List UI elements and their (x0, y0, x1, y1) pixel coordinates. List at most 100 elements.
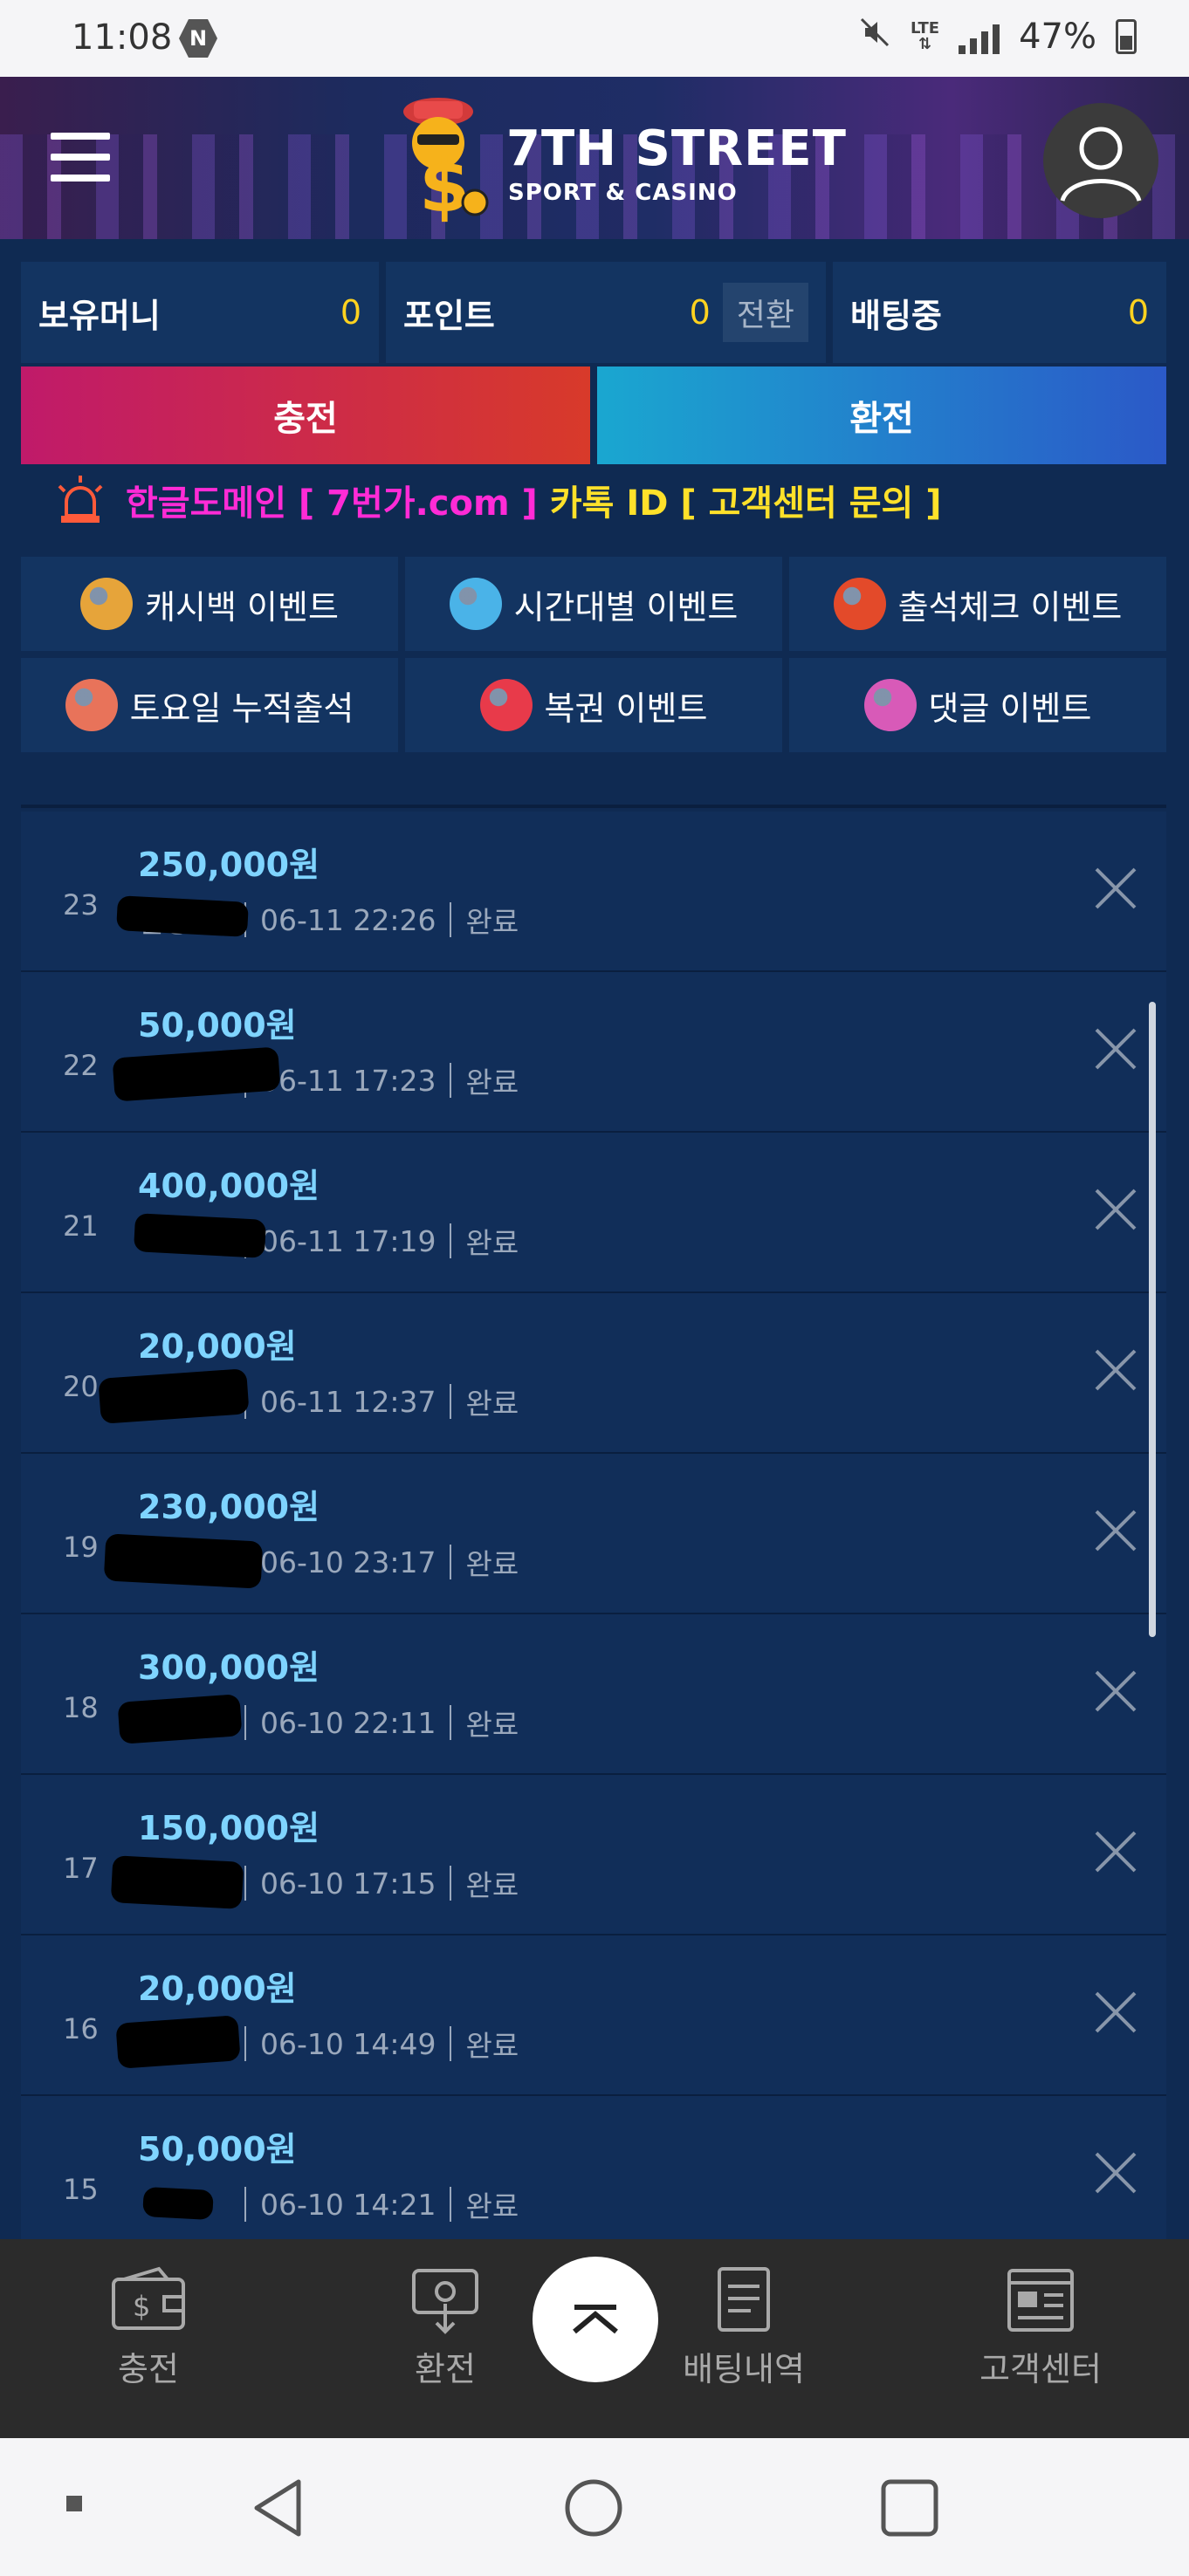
point-value: 0 (689, 293, 711, 332)
row-status: 완료 (465, 1226, 519, 1260)
event-button[interactable]: 시간대별 이벤트 (405, 557, 782, 651)
back-icon[interactable] (244, 2473, 314, 2543)
row-amount: 20,000원 (138, 1327, 297, 1366)
point-label: 포인트 (403, 296, 495, 335)
notice-banner: 한글도메인 [ 7번가.com ] 카톡 ID [ 고객센터 문의 ] (52, 469, 1144, 531)
event-grid: 캐시백 이벤트 시간대별 이벤트 출석체크 이벤트토요일 누적출석 복권 이벤트 댓글 … (21, 557, 1166, 752)
user-icon (1060, 127, 1142, 202)
close-icon[interactable] (1088, 1663, 1144, 1719)
row-amount: 250,000원 (138, 846, 320, 884)
row-amount: 50,000원 (138, 2130, 297, 2168)
bottom-nav: $ 충전 환전 배팅내역 고객센터 (0, 2239, 1189, 2438)
row-separator (450, 2187, 452, 2222)
row-status: 완료 (465, 1065, 519, 1100)
event-label: 복권 이벤트 (544, 689, 708, 728)
nav-charge[interactable]: $ 충전 (61, 2265, 236, 2390)
row-separator (450, 1063, 452, 1098)
row-number: 21 (63, 1209, 99, 1243)
close-icon[interactable] (1088, 1503, 1144, 1559)
convert-button[interactable]: 전환 (722, 283, 808, 342)
table-row: 21 400,000원 06-11 17:19 완료 (21, 1133, 1166, 1293)
table-row: 16 20,000원 06-10 14:49 완료 (21, 1935, 1166, 2096)
row-datetime: 06-11 22:26 (260, 902, 436, 937)
row-status: 완료 (465, 1868, 519, 1902)
balance-bar: 보유머니 0 포인트 0 전환 배팅중 0 (21, 262, 1166, 363)
row-datetime: 06-10 22:11 (260, 1705, 436, 1740)
row-amount: 300,000원 (138, 1648, 320, 1687)
lte-icon: LTE ⇅ (911, 18, 940, 53)
row-number: 18 (63, 1691, 99, 1724)
brand-title: 7TH STREET (506, 120, 847, 177)
row-number: 20 (63, 1370, 99, 1403)
site-header: $ 7TH STREET SPORT & CASINO (0, 77, 1189, 239)
nav-support[interactable]: 고객센터 (953, 2265, 1128, 2390)
nav-bet-history[interactable]: 배팅내역 (656, 2265, 831, 2390)
row-datetime: 06-11 17:23 (260, 1063, 436, 1098)
redaction-mark (110, 1855, 244, 1909)
row-number: 22 (63, 1049, 99, 1082)
table-row: 22 50,000원 06-11 17:23 완료 (21, 972, 1166, 1133)
event-button[interactable]: 댓글 이벤트 (789, 658, 1166, 752)
charge-button[interactable]: 충전 (21, 367, 590, 464)
row-amount: 400,000원 (138, 1167, 320, 1205)
siren-icon (58, 476, 103, 523)
row-status: 완료 (465, 1708, 519, 1742)
row-separator (244, 2187, 246, 2222)
event-button[interactable]: 토요일 누적출석 (21, 658, 398, 752)
user-avatar-button[interactable] (1043, 103, 1158, 218)
close-icon[interactable] (1088, 1342, 1144, 1398)
row-separator (450, 1384, 452, 1419)
row-separator (244, 1866, 246, 1901)
row-status: 완료 (465, 905, 519, 939)
table-row: 20 20,000원 06-11 12:37 완료 (21, 1293, 1166, 1454)
betting-cell: 배팅중 0 (833, 262, 1166, 363)
money-cell: 보유머니 0 (21, 262, 379, 363)
event-label: 캐시백 이벤트 (145, 587, 339, 627)
exchange-icon (412, 2269, 478, 2334)
mute-icon (858, 16, 891, 57)
battery-icon (1116, 18, 1137, 54)
event-button[interactable]: 출석체크 이벤트 (789, 557, 1166, 651)
event-button[interactable]: 캐시백 이벤트 (21, 557, 398, 651)
nav-bet-history-label: 배팅내역 (683, 2350, 805, 2388)
close-icon[interactable] (1088, 1182, 1144, 1237)
exchange-button[interactable]: 환전 (597, 367, 1166, 464)
nav-charge-label: 충전 (118, 2350, 179, 2388)
close-icon[interactable] (1088, 1984, 1144, 2040)
lottery-ball-icon (479, 679, 533, 731)
nav-exchange-label: 환전 (415, 2350, 476, 2388)
newspaper-icon (1007, 2269, 1074, 2332)
nav-exchange[interactable]: 환전 (358, 2265, 533, 2390)
chevron-up-icon (573, 2305, 618, 2334)
row-number: 16 (63, 2012, 99, 2045)
svg-text:$: $ (419, 143, 470, 229)
nav-support-label: 고객센터 (979, 2350, 1102, 2388)
scrollbar[interactable] (1149, 1002, 1156, 1637)
close-icon[interactable] (1088, 2145, 1144, 2201)
system-nav-bar (0, 2438, 1189, 2576)
table-row: 15 50,000원 06-10 14:21 완료 (21, 2096, 1166, 2257)
menu-icon[interactable] (51, 133, 110, 195)
row-separator (450, 1223, 452, 1258)
chip-icon (65, 679, 118, 731)
event-label: 시간대별 이벤트 (513, 587, 739, 627)
row-number: 23 (63, 888, 99, 921)
close-icon[interactable] (1088, 1021, 1144, 1077)
row-number: 15 (63, 2173, 99, 2206)
row-datetime: 06-10 23:17 (260, 1545, 436, 1579)
redaction-mark (117, 1694, 243, 1744)
event-button[interactable]: 복권 이벤트 (405, 658, 782, 752)
signal-icon (959, 19, 1000, 54)
notice-domain-text: 한글도메인 [ 7번가.com ] (126, 483, 538, 524)
row-separator (450, 2026, 452, 2061)
scroll-top-button[interactable] (533, 2257, 658, 2382)
close-icon[interactable] (1088, 1824, 1144, 1880)
row-datetime: 06-11 12:37 (260, 1384, 436, 1419)
notice-kakao-text: 카톡 ID [ 고객센터 문의 ] (549, 483, 942, 524)
recents-icon[interactable] (875, 2473, 945, 2543)
action-buttons: 충전 환전 (21, 367, 1166, 464)
home-icon[interactable] (559, 2473, 629, 2543)
redaction-mark (103, 1533, 264, 1589)
close-icon[interactable] (1088, 860, 1144, 916)
document-icon (718, 2267, 770, 2332)
